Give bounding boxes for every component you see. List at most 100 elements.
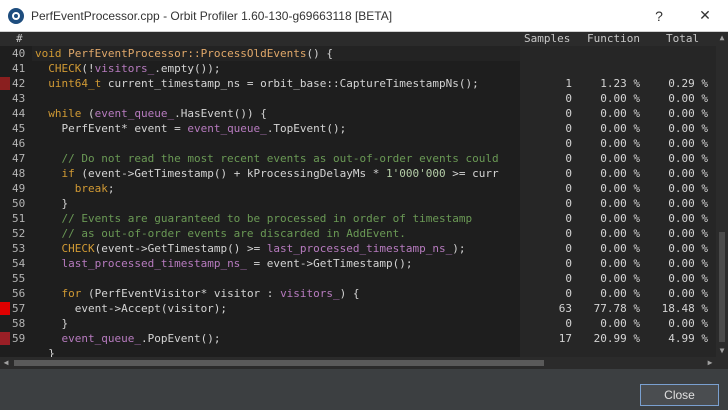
total-percent-cell: 0.00 %: [668, 317, 708, 330]
line-number: 57: [12, 302, 26, 315]
samples-cell: 0: [565, 197, 572, 210]
code-line[interactable]: 45 PerfEvent* event = event_queue_.TopEv…: [0, 121, 716, 136]
function-percent-cell: 0.00 %: [600, 107, 640, 120]
code-text: last_processed_timestamp_ns_ = event->Ge…: [35, 256, 520, 271]
code-line[interactable]: 59 event_queue_.PopEvent(); 17 20.99 % 4.99…: [0, 331, 716, 346]
code-line[interactable]: 49 break; 0 0.00 % 0.00 %: [0, 181, 716, 196]
code-line[interactable]: 41 CHECK(!visitors_.empty());: [0, 61, 716, 76]
code-line[interactable]: 57 event->Accept(visitor); 63 77.78 % 18.48…: [0, 301, 716, 316]
code-text: for (PerfEventVisitor* visitor : visitor…: [35, 286, 520, 301]
code-line[interactable]: 50 } 0 0.00 % 0.00 %: [0, 196, 716, 211]
help-button[interactable]: ?: [636, 0, 682, 32]
close-window-button[interactable]: ✕: [682, 0, 728, 32]
total-percent-cell: 0.00 %: [668, 92, 708, 105]
code-line[interactable]: 54 last_processed_timestamp_ns_ = event-…: [0, 256, 716, 271]
total-percent-cell: 0.00 %: [668, 257, 708, 270]
line-number: 41: [12, 62, 26, 75]
line-number: 55: [12, 272, 26, 285]
line-number: 59: [12, 332, 26, 345]
line-number: 44: [12, 107, 26, 120]
line-number: 58: [12, 317, 26, 330]
code-token: 1'000'000: [386, 167, 446, 180]
line-number: 50: [12, 197, 26, 210]
scroll-right-icon[interactable]: ▶: [704, 357, 716, 369]
code-line[interactable]: 46 0 0.00 % 0.00 %: [0, 136, 716, 151]
close-button[interactable]: Close: [640, 384, 719, 406]
code-token: (event->GetTimestamp() + kProcessingDela…: [74, 167, 387, 180]
code-token: CHECK: [61, 242, 95, 255]
window-title: PerfEventProcessor.cpp - Orbit Profiler …: [31, 8, 393, 23]
total-percent-cell: 0.00 %: [668, 167, 708, 180]
code-line[interactable]: 56 for (PerfEventVisitor* visitor : visi…: [0, 286, 716, 301]
sample-heat-marker: [0, 347, 10, 357]
code-token: () {: [306, 47, 334, 60]
code-line[interactable]: 44 while (event_queue_.HasEvent()) {0 0.0…: [0, 106, 716, 121]
horizontal-scroll-thumb[interactable]: [14, 360, 544, 366]
samples-cell: 0: [565, 92, 572, 105]
code-line[interactable]: 48 if (event->GetTimestamp() + kProcessi…: [0, 166, 716, 181]
total-percent-cell: 4.99 %: [668, 332, 708, 345]
code-line[interactable]: 55 0 0.00 % 0.00 %: [0, 271, 716, 286]
samples-cell: 0: [565, 272, 572, 285]
sample-heat-marker: [0, 77, 10, 90]
code-text: break;: [35, 181, 520, 196]
code-token: ;: [107, 182, 115, 195]
horizontal-scrollbar[interactable]: ◀ ▶: [0, 357, 716, 369]
code-line[interactable]: 53 CHECK(event->GetTimestamp() >= last_p…: [0, 241, 716, 256]
code-token: for: [61, 287, 82, 300]
scroll-left-icon[interactable]: ◀: [0, 357, 12, 369]
function-percent-cell: 0.00 %: [600, 137, 640, 150]
total-percent-cell: 0.00 %: [668, 107, 708, 120]
samples-cell: 0: [565, 242, 572, 255]
samples-cell: 0: [565, 182, 572, 195]
code-token: current_timestamp_ns = orbit_base::Captu…: [101, 77, 479, 90]
function-percent-cell: 1.23 %: [600, 77, 640, 90]
function-percent-cell: 0.00 %: [600, 257, 640, 270]
code-line[interactable]: 52 // as out-of-order events are discard…: [0, 226, 716, 241]
line-number: 40: [12, 47, 26, 60]
line-number-header: #: [16, 32, 23, 45]
code-token: );: [452, 242, 466, 255]
scroll-down-icon[interactable]: ▼: [716, 345, 728, 357]
vertical-scroll-thumb[interactable]: [719, 232, 725, 342]
function-percent-cell: 0.00 %: [600, 317, 640, 330]
code-line[interactable]: 43 0 0.00 % 0.00 %: [0, 91, 716, 106]
code-line[interactable]: 47 // Do not read the most recent events…: [0, 151, 716, 166]
samples-cell: 0: [565, 152, 572, 165]
line-number: 47: [12, 152, 26, 165]
sample-heat-marker: [0, 242, 10, 255]
samples-cell: 0: [565, 317, 572, 330]
code-token: }: [35, 197, 69, 210]
function-percent-cell: 0.00 %: [600, 122, 640, 135]
samples-cell: 1: [565, 77, 572, 90]
total-percent-cell: 0.00 %: [668, 197, 708, 210]
code-token: (!: [81, 62, 95, 75]
code-text: event->Accept(visitor);: [35, 301, 520, 316]
code-token: event->Accept(visitor);: [35, 302, 228, 315]
code-token: // Events are guaranteed to be processed…: [35, 212, 473, 225]
samples-header[interactable]: Samples: [524, 32, 570, 46]
code-token: last_processed_timestamp_ns_: [61, 257, 247, 270]
code-token: event_queue_: [94, 107, 175, 120]
code-token: >= curr: [445, 167, 499, 180]
function-percent-cell: 0.00 %: [600, 152, 640, 165]
code-line[interactable]: 40 void PerfEventProcessor::ProcessOldEve…: [0, 46, 716, 61]
code-line[interactable]: 51 // Events are guaranteed to be proces…: [0, 211, 716, 226]
code-token: event_queue_: [61, 332, 141, 345]
code-token: = event->GetTimestamp();: [246, 257, 413, 270]
line-number: 42: [12, 77, 26, 90]
code-token: .TopEvent();: [266, 122, 347, 135]
source-code-view[interactable]: # Samples Function Total 40 void PerfEven…: [0, 32, 728, 357]
scroll-up-icon[interactable]: ▲: [716, 32, 728, 44]
total-header[interactable]: Total: [666, 32, 699, 46]
code-line[interactable]: }: [0, 346, 716, 357]
code-text: }: [35, 196, 520, 211]
line-number: 45: [12, 122, 26, 135]
function-percent-cell: 0.00 %: [600, 92, 640, 105]
function-header[interactable]: Function: [587, 32, 640, 46]
vertical-scrollbar[interactable]: ▲ ▼: [716, 32, 728, 357]
code-line[interactable]: 58 } 0 0.00 % 0.00 %: [0, 316, 716, 331]
line-number: 54: [12, 257, 26, 270]
code-line[interactable]: 42 uint64_t current_timestamp_ns = orbit…: [0, 76, 716, 91]
